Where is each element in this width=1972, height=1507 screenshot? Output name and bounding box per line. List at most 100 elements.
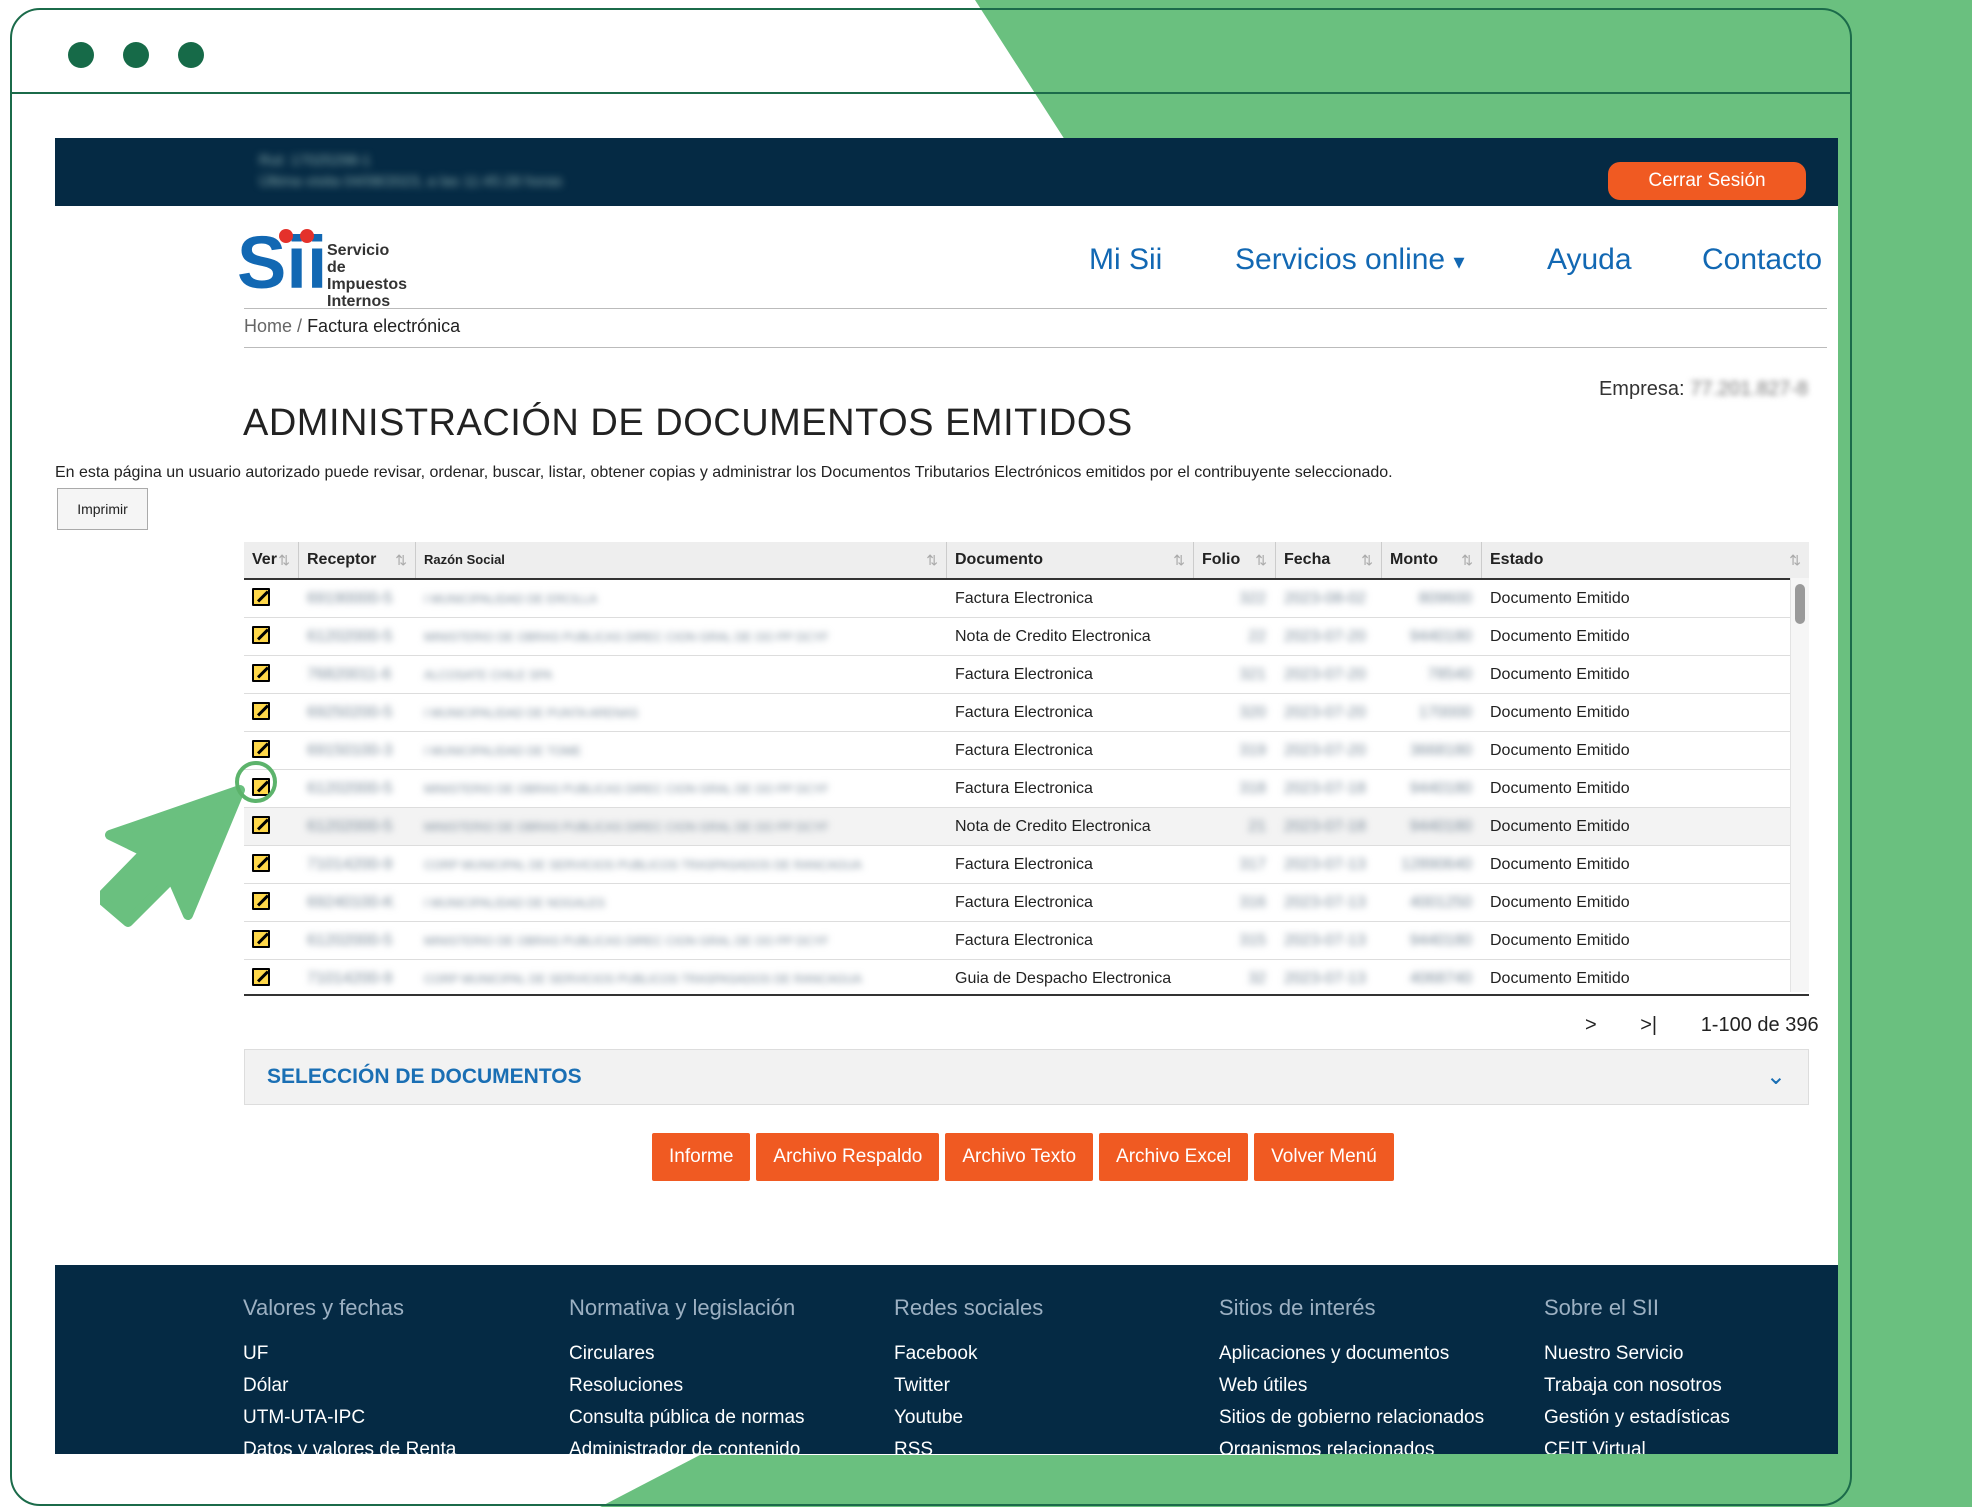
table-row: 71014200-9 CORP MUNICIPAL DE SERVICIOS PU…	[244, 846, 1809, 884]
page-description: En esta página un usuario autorizado pue…	[55, 464, 1393, 481]
ver-cell[interactable]	[244, 884, 299, 921]
page-range: 1-100 de 396	[1700, 1014, 1819, 1036]
document-selection-panel[interactable]: SELECCIÓN DE DOCUMENTOS ⌄	[244, 1049, 1809, 1105]
footer-link[interactable]: Datos y valores de Renta	[243, 1439, 456, 1454]
monto-cell: 4001250	[1409, 894, 1472, 911]
window-dot-icon	[123, 42, 149, 68]
folio-cell: 22	[1248, 628, 1266, 645]
table-row: 76820011-6 ALCOSATE CHILE SPA Factura Elec…	[244, 656, 1809, 694]
receptor-cell: 69240100-K	[307, 894, 395, 911]
edit-icon[interactable]	[252, 816, 270, 834]
nav-ayuda[interactable]: Ayuda	[1547, 243, 1632, 277]
ver-cell[interactable]	[244, 922, 299, 959]
monto-cell: 9440180	[1409, 932, 1472, 949]
fecha-cell: 2023-07-13	[1284, 970, 1366, 987]
documento-cell: Nota de Credito Electronica	[955, 818, 1151, 835]
ver-cell[interactable]	[244, 960, 299, 994]
edit-icon[interactable]	[252, 702, 270, 720]
site-footer: Valores y fechas UF Dólar UTM-UTA-IPC Datos …	[55, 1265, 1838, 1454]
fecha-cell: 2023-07-13	[1284, 856, 1366, 873]
logout-button[interactable]: Cerrar Sesión	[1608, 162, 1806, 200]
highlight-circle	[235, 761, 277, 803]
folio-cell: 32	[1248, 970, 1266, 987]
informe-button[interactable]: Informe	[652, 1133, 751, 1181]
ver-cell[interactable]	[244, 656, 299, 693]
archivo-texto-button[interactable]: Archivo Texto	[945, 1133, 1094, 1181]
column-ver[interactable]: Ver ⇅	[244, 542, 299, 578]
footer-link[interactable]: Administrador de contenido	[569, 1439, 805, 1454]
edit-icon[interactable]	[252, 930, 270, 948]
footer-link[interactable]: RSS	[894, 1439, 1043, 1454]
footer-link[interactable]: Trabaja con nosotros	[1544, 1375, 1730, 1397]
footer-link[interactable]: Resoluciones	[569, 1375, 805, 1397]
sii-logo[interactable]: Sii Servicio de Impuestos Internos	[237, 221, 407, 310]
edit-icon[interactable]	[252, 854, 270, 872]
section-title: SELECCIÓN DE DOCUMENTOS	[267, 1065, 582, 1088]
column-estado[interactable]: Estado ⇅	[1482, 542, 1809, 578]
table-row: 69150100-3 I MUNICIPALIDAD DE TOME Factura…	[244, 732, 1809, 770]
nav-mi-sii[interactable]: Mi Sii	[1089, 243, 1162, 277]
table-row: 69190000-5 I MUNICIPALIDAD DE ERCILLA Fact…	[244, 580, 1809, 618]
sii-logo-mark-icon: Sii	[237, 221, 327, 304]
column-fecha[interactable]: Fecha ⇅	[1276, 542, 1382, 578]
edit-icon[interactable]	[252, 968, 270, 986]
folio-cell: 320	[1239, 704, 1266, 721]
footer-link[interactable]: Circulares	[569, 1343, 805, 1365]
column-receptor[interactable]: Receptor ⇅	[299, 542, 416, 578]
razon-social-cell: ALCOSATE CHILE SPA	[424, 668, 553, 682]
footer-link[interactable]: UF	[243, 1343, 456, 1365]
edit-icon[interactable]	[252, 740, 270, 758]
monto-cell: 12890640	[1400, 856, 1472, 873]
edit-icon[interactable]	[252, 664, 270, 682]
breadcrumb-home[interactable]: Home	[244, 316, 292, 336]
footer-link[interactable]: CEIT Virtual	[1544, 1439, 1730, 1454]
footer-link[interactable]: Dólar	[243, 1375, 456, 1397]
chevron-down-icon[interactable]: ⌄	[1766, 1062, 1786, 1091]
nav-contacto[interactable]: Contacto	[1702, 243, 1822, 277]
footer-link[interactable]: Twitter	[894, 1375, 1043, 1397]
table-row: 69250200-5 I MUNICIPALIDAD DE PUNTA ARENA…	[244, 694, 1809, 732]
footer-link[interactable]: Facebook	[894, 1343, 1043, 1365]
volver-menu-button[interactable]: Volver Menú	[1254, 1133, 1394, 1181]
monto-cell: 9440180	[1409, 628, 1472, 645]
footer-link[interactable]: Web útiles	[1219, 1375, 1484, 1397]
estado-cell: Documento Emitido	[1490, 932, 1630, 949]
razon-social-cell: I MUNICIPALIDAD DE TOME	[424, 744, 582, 758]
footer-link[interactable]: UTM-UTA-IPC	[243, 1407, 456, 1429]
last-page-button[interactable]: >|	[1640, 1014, 1657, 1036]
archivo-respaldo-button[interactable]: Archivo Respaldo	[756, 1133, 940, 1181]
sort-icon: ⇅	[1789, 552, 1801, 568]
next-page-button[interactable]: >	[1585, 1014, 1597, 1036]
footer-link[interactable]: Nuestro Servicio	[1544, 1343, 1730, 1365]
footer-link[interactable]: Consulta pública de normas	[569, 1407, 805, 1429]
ver-cell[interactable]	[244, 580, 299, 617]
column-razon-social[interactable]: Razón Social ⇅	[416, 542, 947, 578]
razon-social-cell: CORP MUNICIPAL DE SERVICIOS PUBLICOS TRA…	[424, 858, 862, 872]
receptor-cell: 71014200-9	[307, 856, 393, 873]
footer-link[interactable]: Youtube	[894, 1407, 1043, 1429]
edit-icon[interactable]	[252, 626, 270, 644]
estado-cell: Documento Emitido	[1490, 590, 1630, 607]
ver-cell[interactable]	[244, 846, 299, 883]
footer-link[interactable]: Aplicaciones y documentos	[1219, 1343, 1484, 1365]
ver-cell[interactable]	[244, 694, 299, 731]
table-scrollbar[interactable]	[1790, 578, 1809, 992]
folio-cell: 316	[1239, 894, 1266, 911]
column-folio[interactable]: Folio ⇅	[1194, 542, 1276, 578]
sort-icon: ⇅	[1461, 552, 1473, 568]
table-row: 61202000-5 MINISTERIO DE OBRAS PUBLICAS D…	[244, 770, 1809, 808]
print-button[interactable]: Imprimir	[57, 488, 148, 530]
archivo-excel-button[interactable]: Archivo Excel	[1099, 1133, 1249, 1181]
edit-icon[interactable]	[252, 588, 270, 606]
scrollbar-thumb[interactable]	[1795, 584, 1805, 624]
column-documento[interactable]: Documento ⇅	[947, 542, 1194, 578]
footer-link[interactable]: Organismos relacionados	[1219, 1439, 1484, 1454]
nav-servicios-online[interactable]: Servicios online ▾	[1235, 243, 1465, 277]
column-monto[interactable]: Monto ⇅	[1382, 542, 1482, 578]
edit-icon[interactable]	[252, 892, 270, 910]
footer-link[interactable]: Sitios de gobierno relacionados	[1219, 1407, 1484, 1429]
footer-link[interactable]: Gestión y estadísticas	[1544, 1407, 1730, 1429]
ver-cell[interactable]	[244, 618, 299, 655]
table-header: Ver ⇅ Receptor ⇅ Razón Social ⇅ Documento ⇅ …	[244, 542, 1809, 580]
ver-cell[interactable]	[244, 808, 299, 845]
